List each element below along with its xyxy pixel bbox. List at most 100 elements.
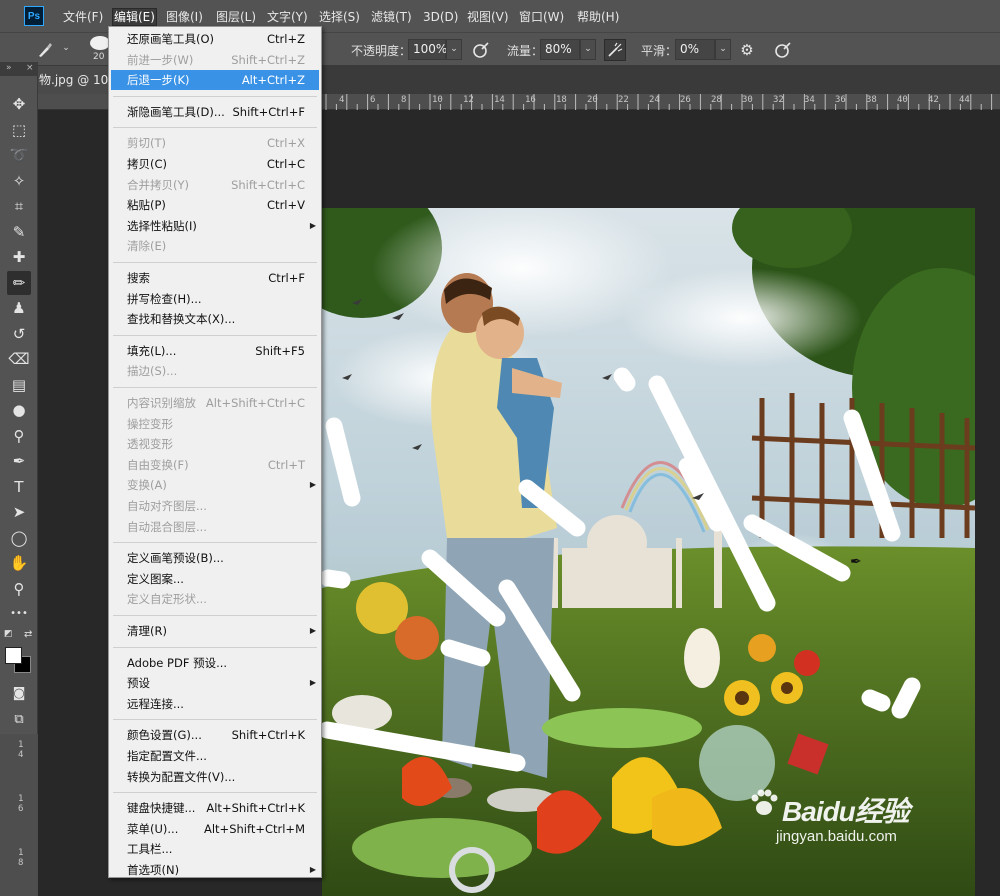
edit-menu-item[interactable]: 填充(L)... Shift+F5 xyxy=(111,341,319,361)
dodge-tool-icon[interactable]: ⚲ xyxy=(7,424,31,448)
brush-preset-icon[interactable] xyxy=(34,39,56,61)
default-colors-icon[interactable]: ◩ xyxy=(4,629,13,639)
edit-menu-item[interactable]: 颜色设置(G)... Shift+Ctrl+K xyxy=(111,725,319,745)
menu-edit[interactable]: 编辑(E) xyxy=(112,8,157,26)
menu-item-label: 合并拷贝(Y) xyxy=(127,177,189,192)
menu-separator xyxy=(113,615,317,616)
type-tool-icon[interactable]: T xyxy=(7,475,31,499)
menu-item-shortcut: Alt+Ctrl+Z xyxy=(241,73,305,88)
edit-menu-item: 自动对齐图层... xyxy=(111,496,319,516)
magic-wand-tool-icon[interactable]: ✧ xyxy=(7,169,31,193)
flow-dropdown-icon[interactable]: ⌄ xyxy=(580,39,596,60)
smoothing-dropdown-icon[interactable]: ⌄ xyxy=(715,39,731,60)
blur-tool-icon[interactable]: ● xyxy=(7,398,31,422)
edit-menu-item[interactable]: 查找和替换文本(X)... xyxy=(111,309,319,329)
screen-mode-icon[interactable]: ⧉ xyxy=(7,708,31,732)
ellipse-tool-icon[interactable]: ◯ xyxy=(7,526,31,550)
pen-tool-icon[interactable]: ✒ xyxy=(7,449,31,473)
menu-image[interactable]: 图像(I) xyxy=(164,8,205,26)
menu-help[interactable]: 帮助(H) xyxy=(575,8,621,26)
swap-colors-icon[interactable]: ⇄ xyxy=(24,629,32,640)
path-selection-tool-icon[interactable]: ➤ xyxy=(7,500,31,524)
edit-menu-item[interactable]: 定义图案... xyxy=(111,569,319,589)
edit-menu-item[interactable]: 菜单(U)... Alt+Shift+Ctrl+M xyxy=(111,819,319,839)
menu-separator xyxy=(113,646,317,648)
foreground-color-swatch[interactable] xyxy=(5,647,22,664)
edit-menu-item[interactable]: 首选项(N) ▶ xyxy=(111,860,319,880)
airbrush-icon[interactable] xyxy=(604,39,626,61)
edit-menu-item[interactable]: 转换为配置文件(V)... xyxy=(111,767,319,787)
history-brush-tool-icon[interactable]: ↺ xyxy=(7,322,31,346)
vertical-ruler: 1 4 1 6 1 8 xyxy=(0,734,38,896)
hand-tool-icon[interactable]: ✋ xyxy=(7,551,31,575)
ruler-label: 32 xyxy=(773,95,784,105)
edit-menu-item[interactable]: Adobe PDF 预设... xyxy=(111,653,319,673)
edit-menu-item[interactable]: 后退一步(K) Alt+Ctrl+Z xyxy=(111,70,319,91)
healing-brush-tool-icon[interactable]: ✚ xyxy=(7,245,31,269)
menu-item-shortcut: Alt+Shift+Ctrl+M xyxy=(203,821,305,836)
ruler-label: 1 xyxy=(18,794,24,804)
brush-tip-preview[interactable] xyxy=(90,36,110,50)
edit-menu-item[interactable]: 键盘快捷键... Alt+Shift+Ctrl+K xyxy=(111,798,319,818)
more-tools-tool-icon[interactable]: ••• xyxy=(7,602,31,626)
ruler-label: 18 xyxy=(556,95,567,105)
menu-view[interactable]: 视图(V) xyxy=(465,8,511,26)
ruler-label: 8 xyxy=(401,95,407,105)
edit-menu-item[interactable]: 粘贴(P) Ctrl+V xyxy=(111,195,319,215)
edit-menu-item[interactable]: 搜索 Ctrl+F xyxy=(111,268,319,288)
submenu-arrow-icon: ▶ xyxy=(309,865,316,874)
menu-filter[interactable]: 滤镜(T) xyxy=(369,8,414,26)
eraser-tool-icon[interactable]: ⌫ xyxy=(7,347,31,371)
edit-menu-item[interactable]: 选择性粘贴(I) ▶ xyxy=(111,216,319,236)
move-tool-icon[interactable]: ✥ xyxy=(7,92,31,116)
gear-icon[interactable]: ⚙ xyxy=(736,39,758,61)
pressure-opacity-icon[interactable] xyxy=(470,39,492,61)
collapse-icon[interactable]: » xyxy=(6,63,12,73)
flow-field[interactable]: 80% xyxy=(540,39,580,60)
edit-menu-item: 透视变形 xyxy=(111,434,319,454)
edit-menu-item[interactable]: 渐隐画笔工具(D)... Shift+Ctrl+F xyxy=(111,102,319,122)
close-icon[interactable]: × xyxy=(26,63,34,73)
menu-item-label: 查找和替换文本(X)... xyxy=(127,312,236,327)
crop-tool-icon[interactable]: ⌗ xyxy=(7,194,31,218)
marquee-tool-icon[interactable]: ⬚ xyxy=(7,118,31,142)
menu-separator xyxy=(113,334,317,336)
quick-mask-icon[interactable]: ◙ xyxy=(7,682,31,706)
eyedropper-tool-icon[interactable]: ✎ xyxy=(7,220,31,244)
menu-item-label: 前进一步(W) xyxy=(127,52,194,67)
ruler-label: 42 xyxy=(928,95,939,105)
ruler-label: 38 xyxy=(866,95,877,105)
document-tab[interactable]: 物.jpg @ 100 xyxy=(38,66,113,94)
edit-menu-item[interactable]: 预设 ▶ xyxy=(111,673,319,693)
edit-menu-item[interactable]: 指定配置文件... xyxy=(111,746,319,766)
chevron-down-icon[interactable]: ⌄ xyxy=(58,39,74,60)
tools-panel-header[interactable]: » × xyxy=(0,62,38,76)
edit-menu-item[interactable]: 远程连接... xyxy=(111,694,319,714)
opacity-dropdown-icon[interactable]: ⌄ xyxy=(446,39,462,60)
menu-layer[interactable]: 图层(L) xyxy=(214,8,258,26)
menu-separator xyxy=(113,792,317,794)
edit-menu-item[interactable]: 拷贝(C) Ctrl+C xyxy=(111,154,319,174)
brush-tool-icon[interactable]: ✏ xyxy=(7,270,31,295)
menu-item-shortcut: Shift+Ctrl+K xyxy=(231,728,305,743)
smoothing-field[interactable]: 0% xyxy=(675,39,715,60)
menu-item-shortcut: Shift+Ctrl+Z xyxy=(231,52,305,67)
opacity-field[interactable]: 100% xyxy=(408,39,447,60)
gradient-tool-icon[interactable]: ▤ xyxy=(7,373,31,397)
edit-menu-item[interactable]: 定义画笔预设(B)... xyxy=(111,548,319,568)
menu-window[interactable]: 窗口(W) xyxy=(517,8,566,26)
menu-file[interactable]: 文件(F) xyxy=(61,8,105,26)
edit-menu-item[interactable]: 还原画笔工具(O) Ctrl+Z xyxy=(111,29,319,49)
menu-select[interactable]: 选择(S) xyxy=(317,8,362,26)
menu-3d[interactable]: 3D(D) xyxy=(421,8,460,26)
lasso-tool-icon[interactable]: ➰ xyxy=(7,143,31,167)
zoom-tool-icon[interactable]: ⚲ xyxy=(7,577,31,601)
menu-item-label: 键盘快捷键... xyxy=(127,801,196,816)
edit-menu-item[interactable]: 拼写检查(H)... xyxy=(111,289,319,309)
ruler-label: 1 xyxy=(18,740,24,750)
edit-menu-item[interactable]: 清理(R) ▶ xyxy=(111,621,319,641)
pressure-size-icon[interactable] xyxy=(772,39,794,61)
menu-type[interactable]: 文字(Y) xyxy=(265,8,310,26)
edit-menu-item[interactable]: 工具栏... xyxy=(111,839,319,859)
clone-stamp-tool-icon[interactable]: ♟ xyxy=(7,296,31,320)
